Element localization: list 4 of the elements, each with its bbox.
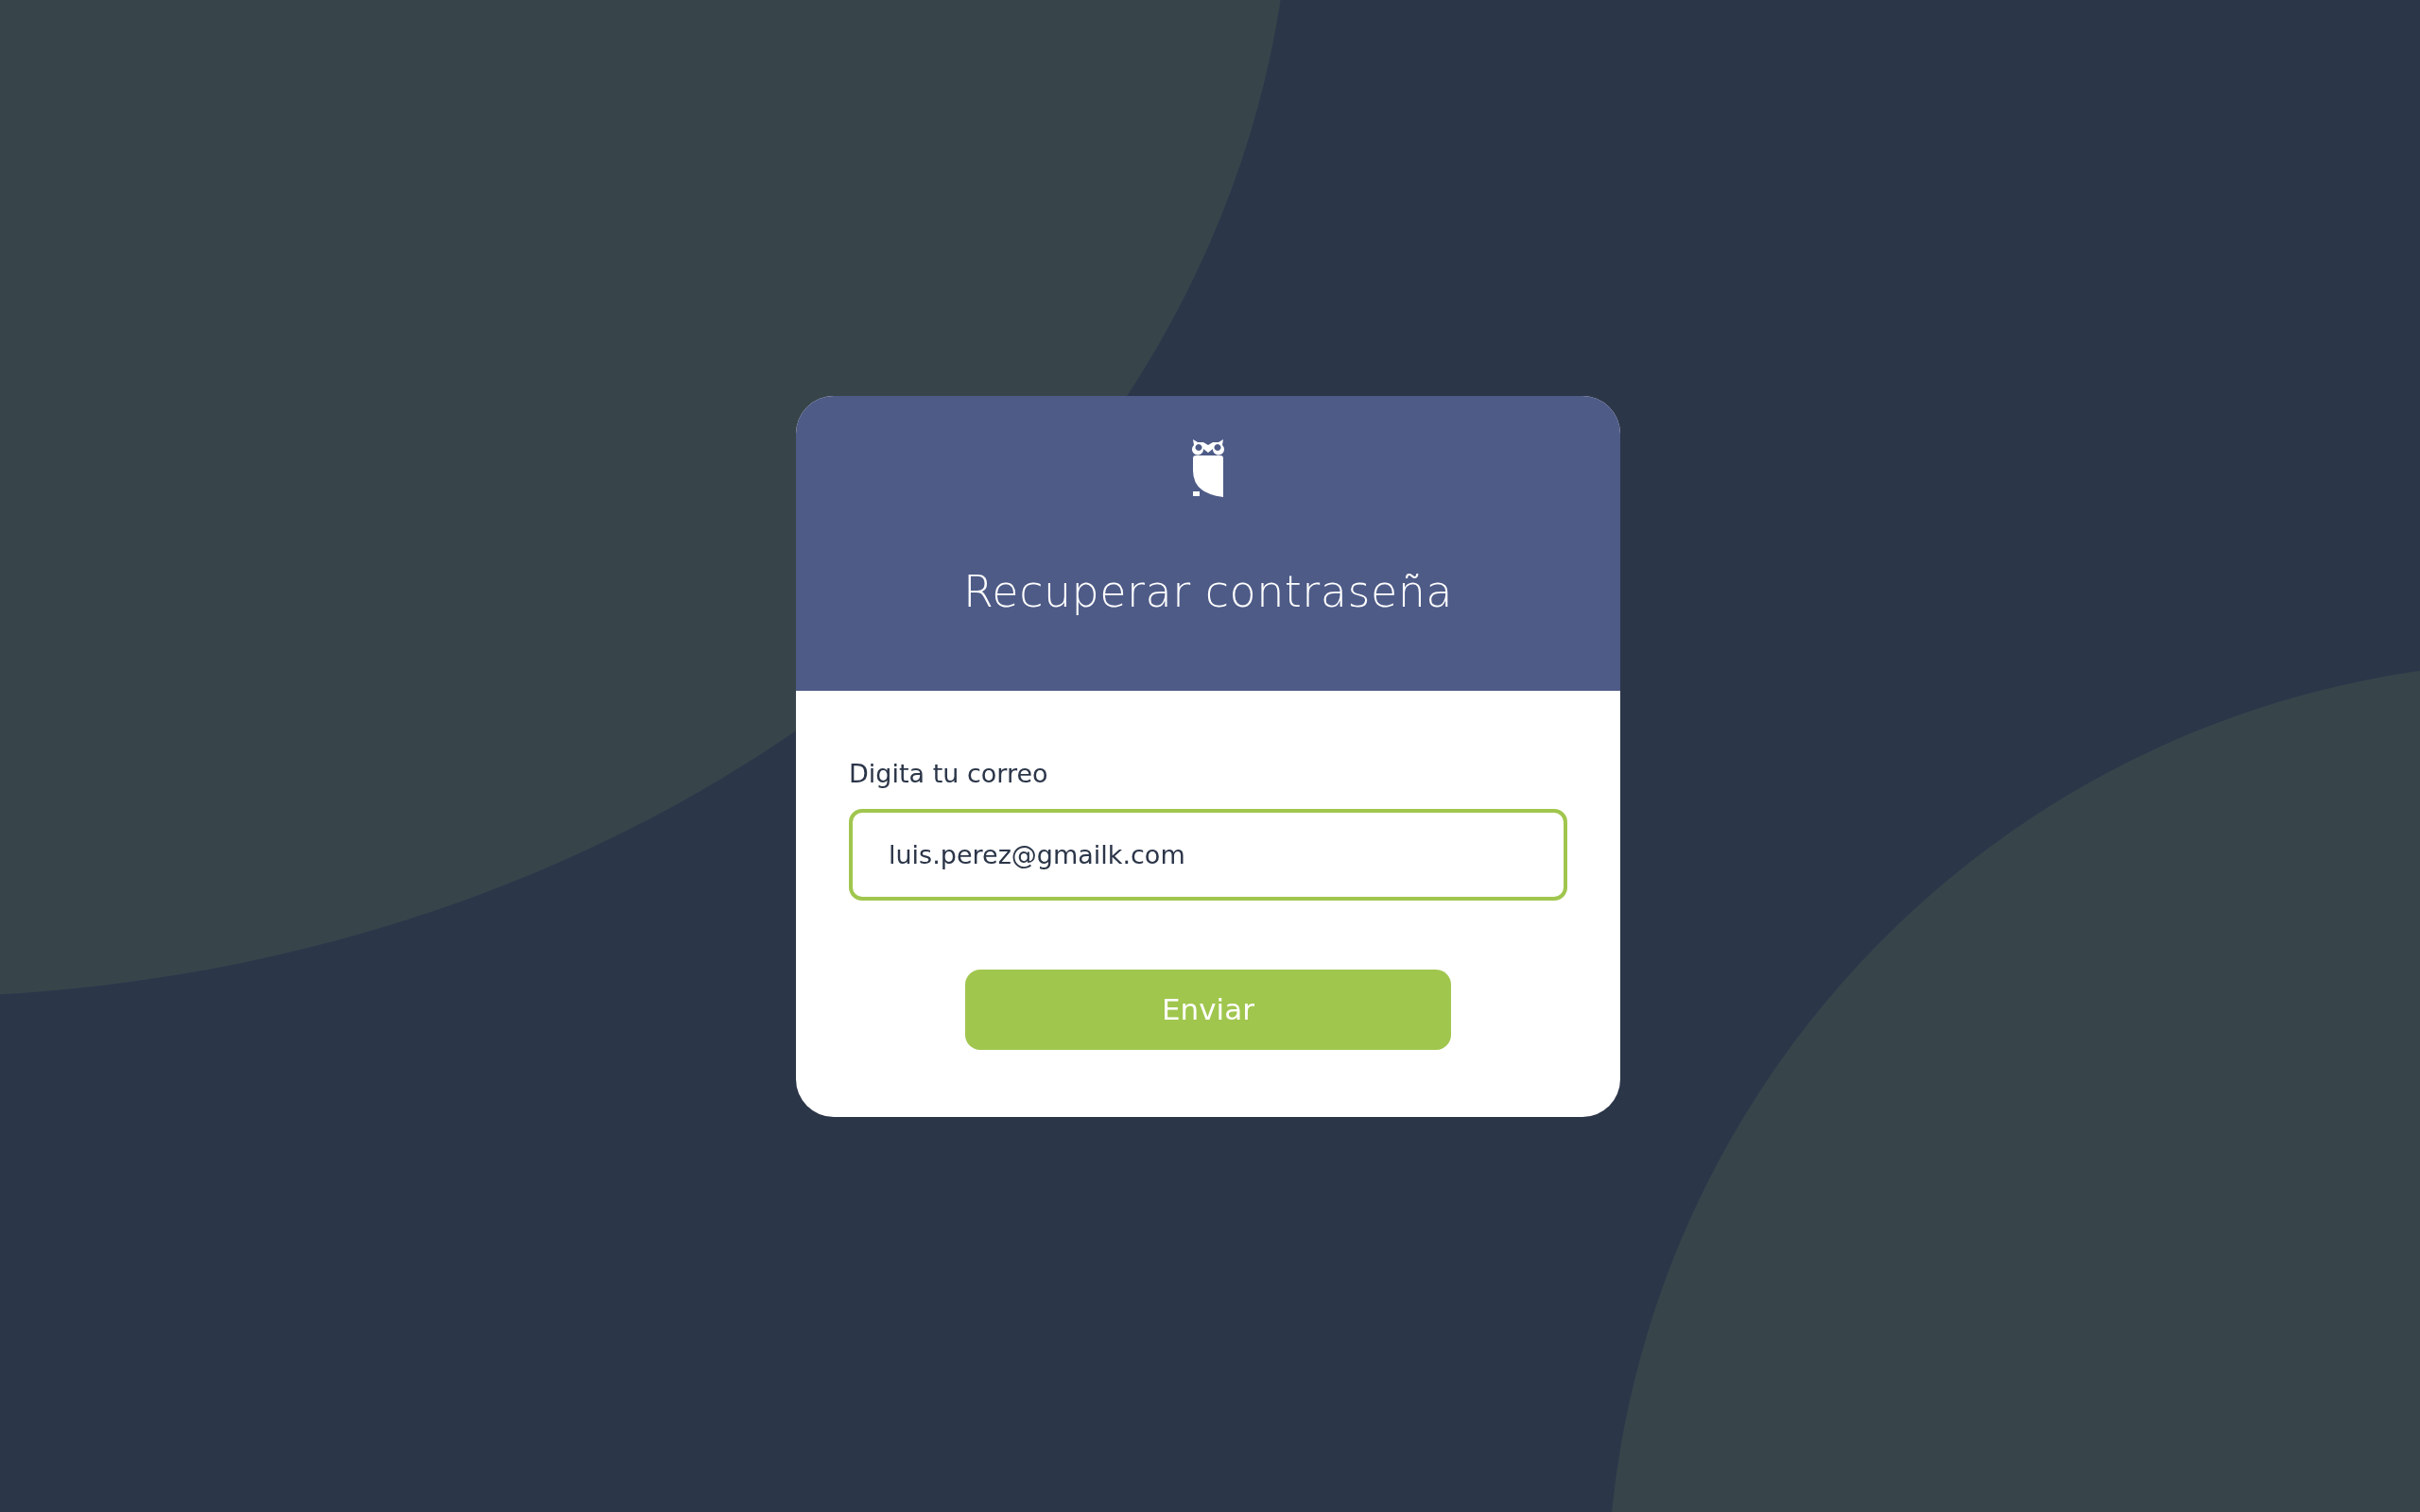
email-label: Digita tu correo xyxy=(849,758,1049,788)
owl-logo-icon xyxy=(1192,437,1224,498)
email-field[interactable]: luis.perez@gmailk.com xyxy=(849,808,1567,901)
card-title: Recuperar contraseña xyxy=(962,565,1454,617)
